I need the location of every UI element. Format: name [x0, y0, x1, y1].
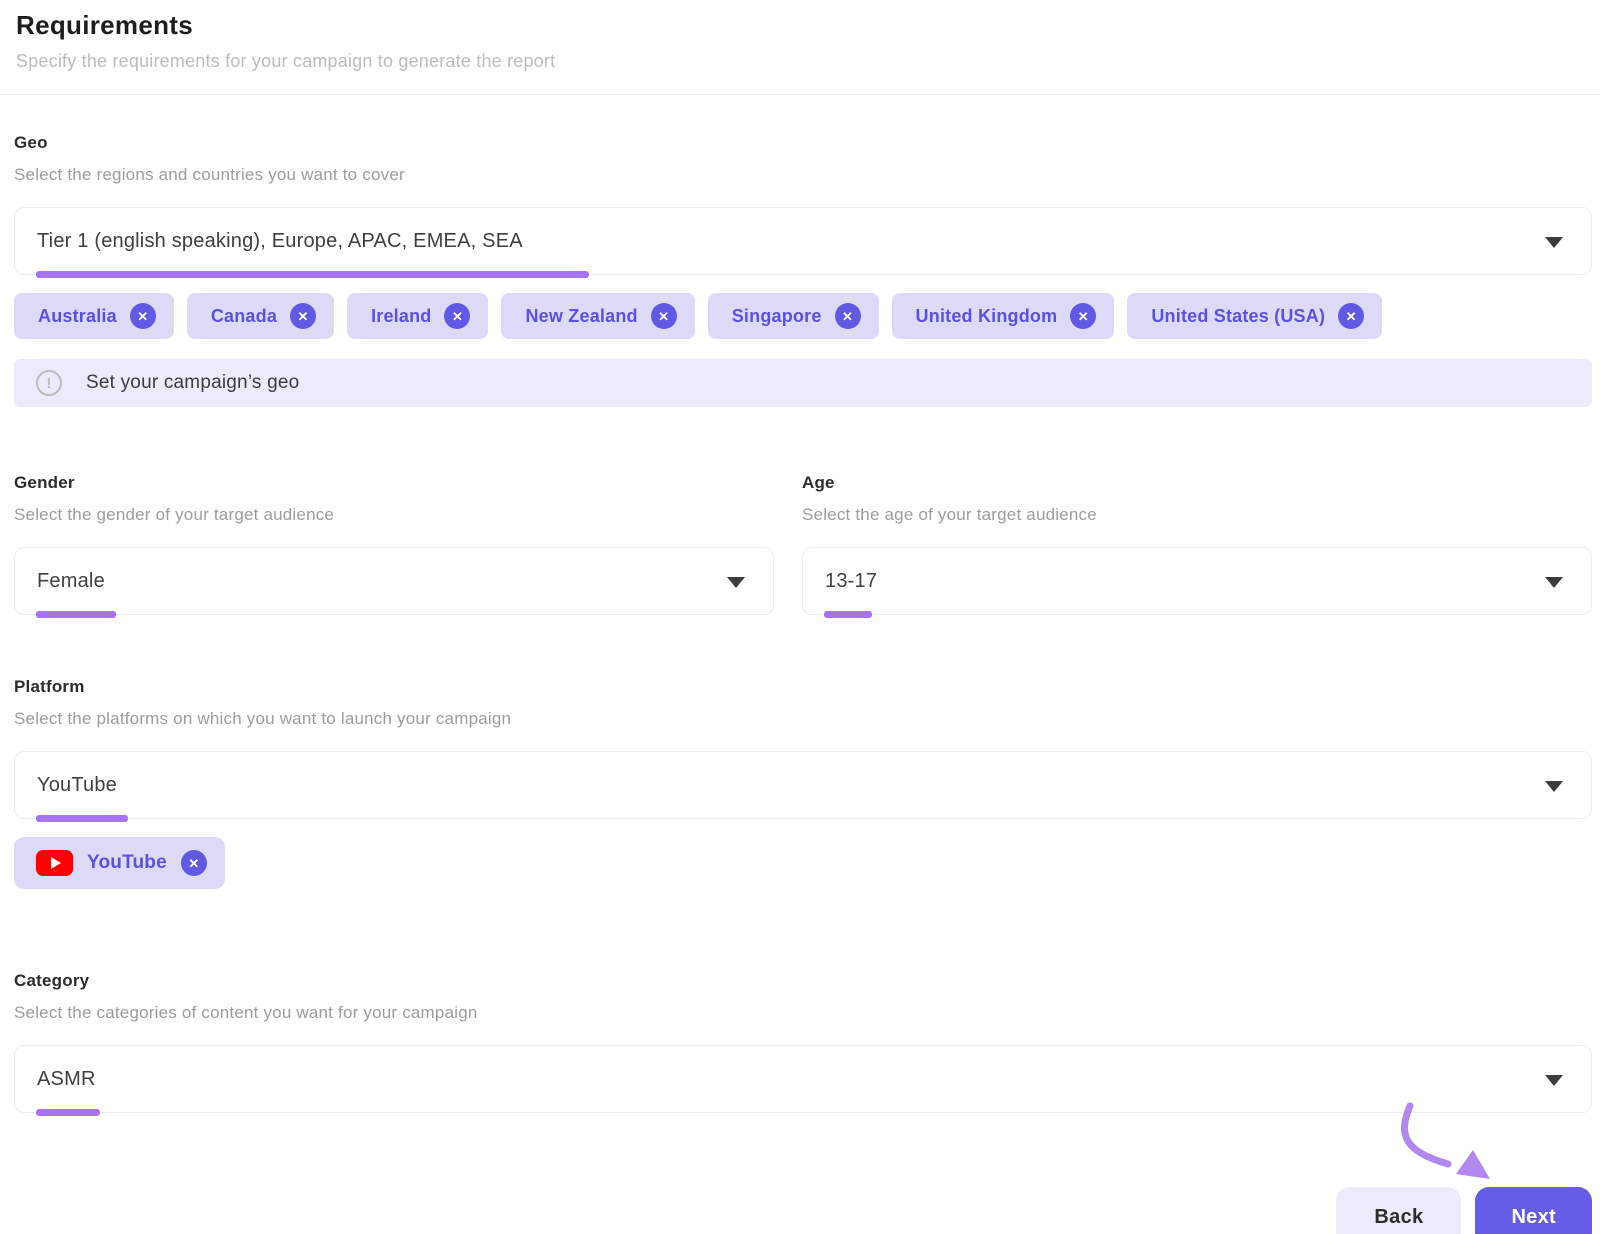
- footer-actions: Back Next: [14, 1187, 1592, 1234]
- geo-chip-united-states[interactable]: United States (USA): [1127, 293, 1383, 339]
- age-select-value: 13-17: [825, 569, 878, 592]
- age-description: Select the age of your target audience: [802, 505, 1097, 524]
- chevron-down-icon: [727, 577, 745, 588]
- age-section: Age Select the age of your target audien…: [802, 473, 1592, 618]
- category-label: Category: [14, 971, 90, 990]
- remove-icon[interactable]: [1338, 303, 1365, 329]
- category-underline-bar: [36, 1109, 100, 1116]
- page-title: Requirements: [16, 10, 193, 40]
- geo-underline-bar: [36, 271, 589, 278]
- chevron-down-icon: [1545, 577, 1563, 588]
- chip-label: United States (USA): [1151, 305, 1326, 326]
- age-label: Age: [802, 473, 835, 492]
- geo-chip-australia[interactable]: Australia: [14, 293, 174, 339]
- gender-underline-bar: [36, 611, 116, 618]
- remove-icon[interactable]: [444, 303, 471, 329]
- remove-icon[interactable]: [180, 850, 207, 876]
- geo-label: Geo: [14, 133, 48, 152]
- chip-label: Ireland: [371, 305, 432, 326]
- chip-label: Singapore: [731, 305, 822, 326]
- remove-icon[interactable]: [129, 303, 156, 329]
- geo-chip-new-zealand[interactable]: New Zealand: [501, 293, 695, 339]
- platform-select-value: YouTube: [37, 773, 117, 796]
- remove-icon[interactable]: [290, 303, 317, 329]
- platform-section: Platform Select the platforms on which y…: [14, 677, 1592, 889]
- geo-chip-ireland[interactable]: Ireland: [347, 293, 489, 339]
- chip-label: United Kingdom: [915, 305, 1058, 326]
- platform-select[interactable]: YouTube: [14, 751, 1592, 822]
- geo-chip-united-kingdom[interactable]: United Kingdom: [891, 293, 1115, 339]
- chip-label: YouTube: [87, 852, 167, 873]
- remove-icon[interactable]: [834, 303, 861, 329]
- geo-chip-singapore[interactable]: Singapore: [707, 293, 879, 339]
- geo-select[interactable]: Tier 1 (english speaking), Europe, APAC,…: [14, 207, 1592, 278]
- remove-icon[interactable]: [1070, 303, 1097, 329]
- gender-select[interactable]: Female: [14, 547, 774, 618]
- remove-icon[interactable]: [650, 303, 677, 329]
- back-button[interactable]: Back: [1336, 1187, 1462, 1234]
- category-section: Category Select the categories of conten…: [14, 971, 1592, 1116]
- chevron-down-icon: [1545, 781, 1563, 792]
- gender-section: Gender Select the gender of your target …: [14, 473, 774, 618]
- header-divider: [0, 94, 1600, 95]
- chevron-down-icon: [1545, 237, 1563, 248]
- platform-underline-bar: [36, 815, 128, 822]
- category-select-value: ASMR: [37, 1067, 96, 1090]
- gender-description: Select the gender of your target audienc…: [14, 505, 335, 524]
- gender-select-value: Female: [37, 569, 105, 592]
- geo-notice-text: Set your campaign’s geo: [86, 372, 300, 393]
- platform-description: Select the platforms on which you want t…: [14, 709, 512, 728]
- gender-age-row: Gender Select the gender of your target …: [14, 473, 1592, 618]
- geo-chips: Australia Canada Ireland New Zealand Sin…: [14, 293, 1592, 339]
- chip-label: New Zealand: [525, 305, 638, 326]
- geo-select-value: Tier 1 (english speaking), Europe, APAC,…: [37, 229, 523, 252]
- info-icon: [36, 370, 62, 396]
- category-description: Select the categories of content you wan…: [14, 1003, 478, 1022]
- requirements-form: Geo Select the regions and countries you…: [0, 133, 1600, 1234]
- next-button[interactable]: Next: [1475, 1187, 1592, 1234]
- age-select[interactable]: 13-17: [802, 547, 1592, 618]
- youtube-icon: [36, 850, 73, 876]
- geo-notice-banner: Set your campaign’s geo: [14, 359, 1592, 407]
- page-header: Requirements Specify the requirements fo…: [0, 0, 1600, 72]
- chip-label: Australia: [38, 305, 117, 326]
- chevron-down-icon: [1545, 1075, 1563, 1086]
- chip-label: Canada: [210, 305, 278, 326]
- geo-chip-canada[interactable]: Canada: [186, 293, 335, 339]
- age-underline-bar: [824, 611, 872, 618]
- geo-section: Geo Select the regions and countries you…: [14, 133, 1592, 407]
- page-subtitle: Specify the requirements for your campai…: [16, 51, 556, 71]
- gender-label: Gender: [14, 473, 75, 492]
- platform-label: Platform: [14, 677, 85, 696]
- platform-chip-youtube[interactable]: YouTube: [14, 837, 225, 889]
- category-select[interactable]: ASMR: [14, 1045, 1592, 1116]
- geo-description: Select the regions and countries you wan…: [14, 165, 405, 184]
